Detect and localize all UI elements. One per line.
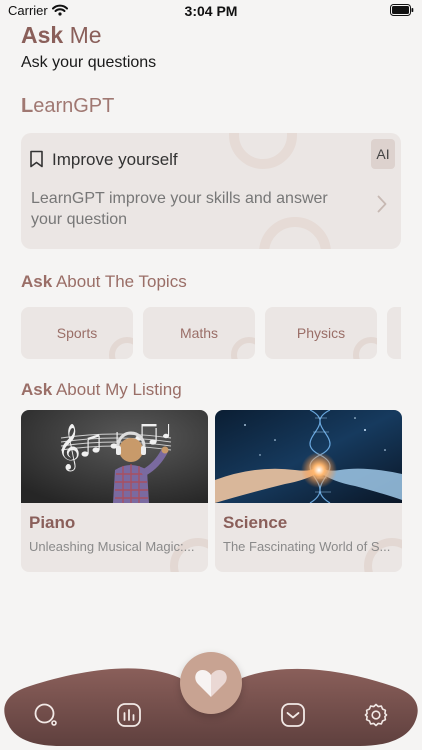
brand-initial: L: [21, 95, 34, 117]
listing-title: Piano: [29, 513, 76, 532]
topic-chip-physics[interactable]: Physics: [265, 307, 377, 359]
listing-subtitle: Unleashing Musical Magic:...: [29, 539, 195, 554]
brand-logo: LearnGPT: [21, 95, 114, 118]
topics-title-bold: Ask: [21, 272, 53, 291]
listing-card-piano[interactable]: 𝄞 Piano Unleashing Musical Magic:...: [21, 410, 208, 572]
listing-subtitle: The Fascinating World of S...: [223, 539, 391, 554]
inbox-icon[interactable]: [280, 702, 306, 728]
brand-name: earnGPT: [33, 95, 115, 117]
chevron-right-icon[interactable]: [377, 195, 387, 213]
battery-icon: [390, 4, 414, 16]
status-time: 3:04 PM: [184, 3, 238, 19]
topics-section-title: Ask About The Topics: [21, 272, 187, 292]
search-icon[interactable]: [33, 702, 59, 728]
listing-section-title: Ask About My Listing: [21, 380, 182, 400]
heart-icon: [195, 670, 227, 697]
svg-text:𝄞: 𝄞: [57, 424, 81, 472]
promo-title: Improve yourself: [52, 150, 178, 169]
listing-title-rest: About My Listing: [52, 380, 182, 399]
improve-yourself-card[interactable]: Improve yourself AI LearnGPT improve you…: [21, 133, 401, 249]
listing-title-bold: Ask: [21, 380, 53, 399]
topic-label: Maths: [179, 325, 219, 341]
topics-title-rest: About The Topics: [52, 272, 187, 291]
chart-icon[interactable]: [116, 702, 142, 728]
ai-badge: AI: [371, 139, 395, 169]
decorative-ring: [353, 337, 377, 359]
page-title-rest: Me: [63, 22, 102, 48]
page-title-bold: Ask: [21, 22, 64, 48]
decorative-ring: [229, 133, 297, 169]
topic-label: Sports: [56, 325, 98, 341]
topic-label: Physics: [296, 325, 346, 341]
gear-icon[interactable]: [363, 702, 389, 728]
listing-card-science[interactable]: Science The Fascinating World of S...: [215, 410, 402, 572]
bookmark-icon: [30, 150, 43, 168]
page-subtitle: Ask your questions: [21, 54, 157, 71]
favorites-button[interactable]: [180, 652, 242, 714]
page-title: Ask Me: [21, 22, 102, 49]
promo-description: LearnGPT improve your skills and answer …: [31, 190, 328, 228]
listing-title: Science: [223, 513, 288, 532]
decorative-ring: [109, 337, 133, 359]
decorative-ring: [231, 337, 255, 359]
piano-chalkboard-image: 𝄞: [21, 410, 208, 503]
status-bar: Carrier 3:04 PM: [0, 0, 422, 24]
topic-chip-sports[interactable]: Sports: [21, 307, 133, 359]
topic-chip-more[interactable]: [387, 307, 401, 359]
science-dna-image: [215, 410, 402, 503]
topic-chip-maths[interactable]: Maths: [143, 307, 255, 359]
topics-row[interactable]: Sports Maths Physics: [21, 307, 401, 359]
